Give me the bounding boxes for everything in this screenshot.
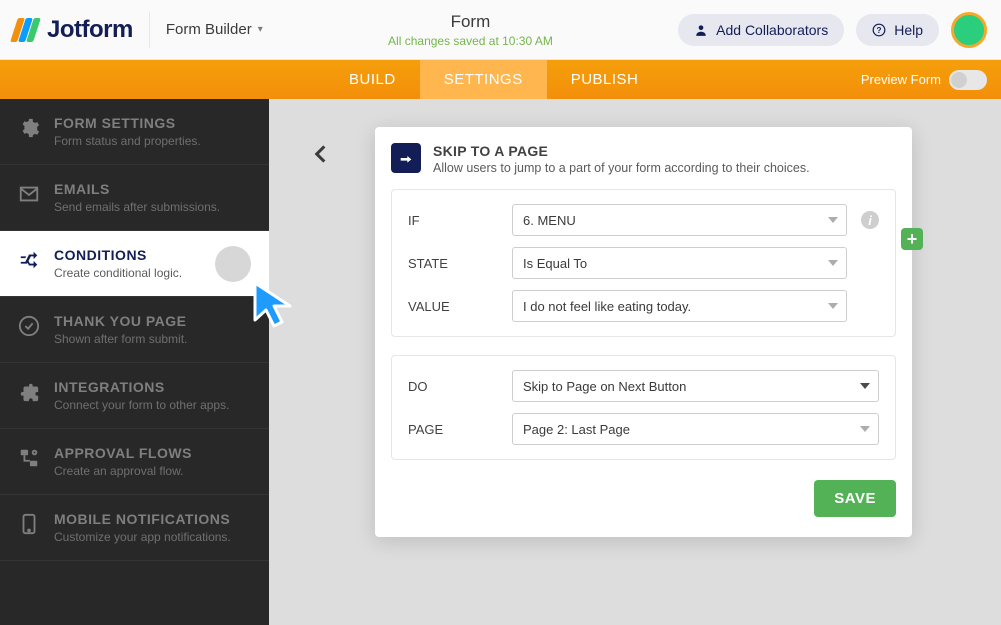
save-button[interactable]: SAVE xyxy=(814,480,896,517)
sidebar-item-title: CONDITIONS xyxy=(54,247,182,263)
info-icon[interactable]: i xyxy=(861,211,879,229)
sidebar-item-integrations[interactable]: INTEGRATIONS Connect your form to other a… xyxy=(0,363,269,429)
chevron-down-icon xyxy=(860,426,870,432)
if-field-select[interactable]: 6. MENU xyxy=(512,204,847,236)
sidebar-item-title: THANK YOU PAGE xyxy=(54,313,187,329)
svg-text:?: ? xyxy=(877,25,882,34)
mobile-icon xyxy=(18,513,40,535)
title-block: Form All changes saved at 10:30 AM xyxy=(263,12,678,48)
help-label: Help xyxy=(894,22,923,38)
chevron-left-icon xyxy=(307,141,333,167)
back-button[interactable] xyxy=(307,141,333,172)
sidebar-item-title: FORM SETTINGS xyxy=(54,115,201,131)
panel-desc: Allow users to jump to a part of your fo… xyxy=(433,161,810,175)
preview-form-toggle-group: Preview Form xyxy=(861,70,987,90)
skip-icon xyxy=(391,143,421,173)
form-title: Form xyxy=(263,12,678,32)
sidebar-item-approval-flows[interactable]: APPROVAL FLOWS Create an approval flow. xyxy=(0,429,269,495)
envelope-icon xyxy=(18,183,40,205)
sidebar-item-title: MOBILE NOTIFICATIONS xyxy=(54,511,231,527)
puzzle-icon xyxy=(18,381,40,403)
sidebar-item-sub: Connect your form to other apps. xyxy=(54,398,229,412)
gear-icon xyxy=(18,117,40,139)
state-select[interactable]: Is Equal To xyxy=(512,247,847,279)
sidebar-item-sub: Create conditional logic. xyxy=(54,266,182,280)
add-rule-button[interactable]: + xyxy=(901,228,923,250)
sidebar-item-title: EMAILS xyxy=(54,181,220,197)
panel-title: SKIP TO A PAGE xyxy=(433,143,810,159)
brand-logo[interactable]: Jotform xyxy=(14,16,133,44)
sidebar-item-sub: Shown after form submit. xyxy=(54,332,187,346)
preview-form-label: Preview Form xyxy=(861,72,941,87)
sidebar-item-title: APPROVAL FLOWS xyxy=(54,445,192,461)
page-label: PAGE xyxy=(408,422,498,437)
question-icon: ? xyxy=(872,23,886,37)
state-value: Is Equal To xyxy=(523,256,587,271)
chevron-down-icon xyxy=(828,260,838,266)
chevron-down-icon xyxy=(860,383,870,389)
do-block: DO Skip to Page on Next Button PAGE Page… xyxy=(391,355,896,460)
tab-build[interactable]: BUILD xyxy=(325,60,420,99)
value-select[interactable]: I do not feel like eating today. xyxy=(512,290,847,322)
do-action-select[interactable]: Skip to Page on Next Button xyxy=(512,370,879,402)
page-select[interactable]: Page 2: Last Page xyxy=(512,413,879,445)
main-canvas: SKIP TO A PAGE Allow users to jump to a … xyxy=(269,99,1001,625)
add-collaborators-button[interactable]: Add Collaborators xyxy=(678,14,844,46)
sidebar-item-sub: Create an approval flow. xyxy=(54,464,192,478)
add-collaborators-label: Add Collaborators xyxy=(716,22,828,38)
tab-bar: BUILD SETTINGS PUBLISH Preview Form xyxy=(0,60,1001,99)
chevron-down-icon xyxy=(828,303,838,309)
click-ripple xyxy=(215,246,251,282)
tab-settings[interactable]: SETTINGS xyxy=(420,60,547,99)
settings-sidebar: FORM SETTINGS Form status and properties.… xyxy=(0,99,269,625)
sidebar-item-title: INTEGRATIONS xyxy=(54,379,229,395)
sidebar-item-emails[interactable]: EMAILS Send emails after submissions. xyxy=(0,165,269,231)
sidebar-item-form-settings[interactable]: FORM SETTINGS Form status and properties. xyxy=(0,99,269,165)
sidebar-item-sub: Send emails after submissions. xyxy=(54,200,220,214)
help-button[interactable]: ? Help xyxy=(856,14,939,46)
sidebar-item-mobile-notifications[interactable]: MOBILE NOTIFICATIONS Customize your app n… xyxy=(0,495,269,561)
logo-icon xyxy=(14,18,37,42)
flow-icon xyxy=(18,447,40,469)
check-circle-icon xyxy=(18,315,40,337)
divider xyxy=(149,12,150,48)
state-label: STATE xyxy=(408,256,498,271)
tab-publish[interactable]: PUBLISH xyxy=(547,60,663,99)
value-label: VALUE xyxy=(408,299,498,314)
do-action-value: Skip to Page on Next Button xyxy=(523,379,686,394)
if-label: IF xyxy=(408,213,498,228)
if-field-value: 6. MENU xyxy=(523,213,576,228)
avatar[interactable] xyxy=(951,12,987,48)
preview-toggle[interactable] xyxy=(949,70,987,90)
if-block: IF 6. MENU i STATE Is Equal To VALUE I d… xyxy=(391,189,896,337)
brand-name: Jotform xyxy=(47,16,133,44)
chevron-down-icon xyxy=(828,217,838,223)
person-icon xyxy=(694,23,708,37)
value-value: I do not feel like eating today. xyxy=(523,299,691,314)
form-builder-label: Form Builder xyxy=(166,21,252,38)
form-builder-dropdown[interactable]: Form Builder ▾ xyxy=(166,21,263,38)
top-bar: Jotform Form Builder ▾ Form All changes … xyxy=(0,0,1001,60)
save-status: All changes saved at 10:30 AM xyxy=(263,34,678,48)
condition-panel: SKIP TO A PAGE Allow users to jump to a … xyxy=(375,127,912,537)
do-label: DO xyxy=(408,379,498,394)
shuffle-icon xyxy=(18,249,40,271)
sidebar-item-thank-you[interactable]: THANK YOU PAGE Shown after form submit. xyxy=(0,297,269,363)
page-value: Page 2: Last Page xyxy=(523,422,630,437)
panel-header: SKIP TO A PAGE Allow users to jump to a … xyxy=(391,143,896,175)
sidebar-item-sub: Form status and properties. xyxy=(54,134,201,148)
sidebar-item-conditions[interactable]: CONDITIONS Create conditional logic. xyxy=(0,231,269,297)
sidebar-item-sub: Customize your app notifications. xyxy=(54,530,231,544)
